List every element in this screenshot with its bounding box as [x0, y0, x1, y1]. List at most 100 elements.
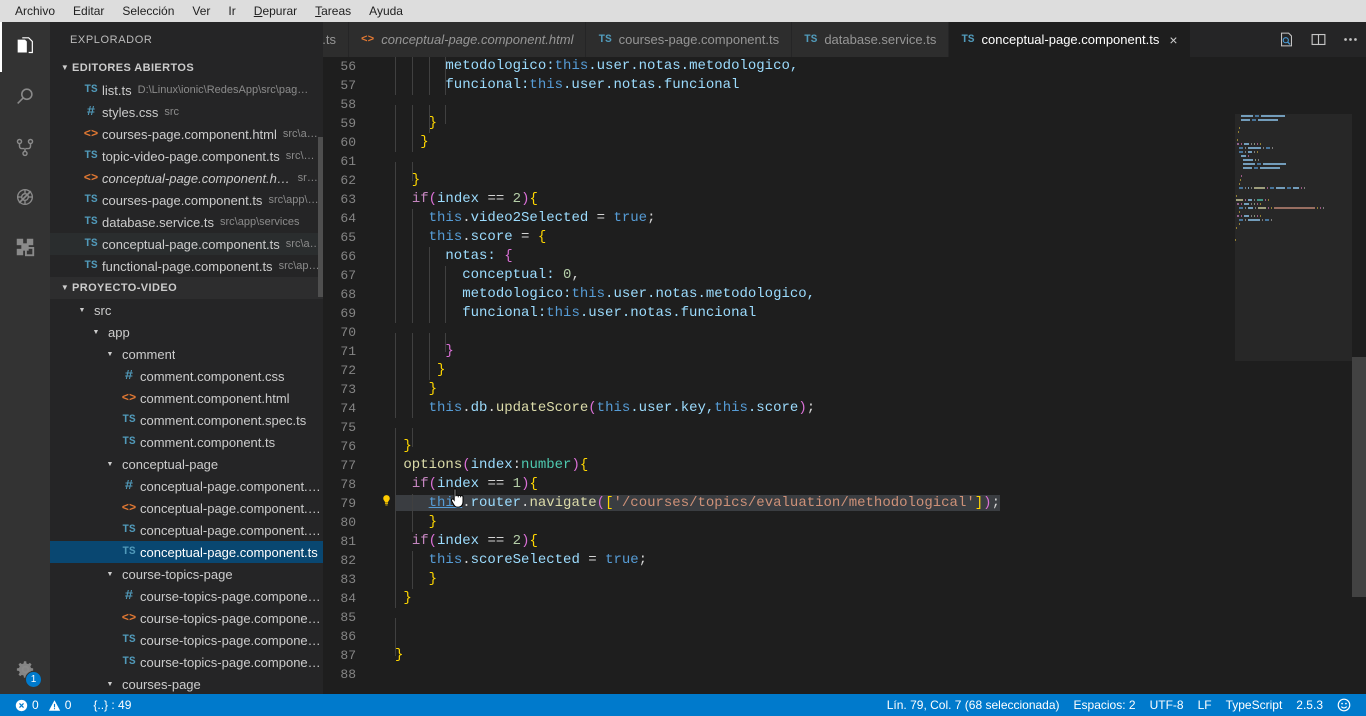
tree-file-item[interactable]: <>course-topics-page.component.ht… — [50, 607, 323, 629]
code-line[interactable]: 56 metodologico:this.user.notas.metodolo… — [323, 57, 1366, 76]
tree-file-item[interactable]: <> conceptual-page.component.html — [50, 497, 323, 519]
code-line[interactable]: 78 if(index == 1){ — [323, 475, 1366, 494]
extensions-icon[interactable] — [0, 222, 50, 272]
tree-file-item[interactable]: <> comment.component.html — [50, 387, 323, 409]
menu-item-editar[interactable]: Editar — [64, 0, 113, 22]
status-indentation[interactable]: Espacios: 2 — [1067, 694, 1143, 716]
code-line[interactable]: 65 this.score = { — [323, 228, 1366, 247]
editor-tab[interactable]: nent.ts — [323, 22, 350, 57]
code-token: ) — [983, 495, 992, 511]
menu-item-ayuda[interactable]: Ayuda — [360, 0, 412, 22]
open-editor-item[interactable]: TS functional-page.component.ts src\ap… — [50, 255, 323, 277]
status-eol[interactable]: LF — [1191, 694, 1219, 716]
code-line[interactable]: 59 } — [323, 114, 1366, 133]
tree-folder-item[interactable]: ▼ courses-page — [50, 673, 323, 694]
code-line[interactable]: 57 funcional:this.user.notas.funcional — [323, 76, 1366, 95]
open-editor-item[interactable]: # styles.css src — [50, 101, 323, 123]
menu-item-seleccin[interactable]: Selección — [113, 0, 183, 22]
code-line[interactable]: 72 } — [323, 361, 1366, 380]
editor-scrollbar-thumb[interactable] — [1352, 357, 1366, 597]
code-line[interactable]: 85 — [323, 608, 1366, 637]
menu-item-ir[interactable]: Ir — [219, 0, 244, 22]
menu-item-tareas[interactable]: Tareas — [306, 0, 360, 22]
open-editor-item[interactable]: TS courses-page.component.ts src\app\… — [50, 189, 323, 211]
code-line[interactable]: 76 } — [323, 437, 1366, 456]
code-line[interactable]: 81 if(index == 2){ — [323, 532, 1366, 551]
tree-folder-item[interactable]: ▼ comment — [50, 343, 323, 365]
code-line[interactable]: 74 this.db.updateScore(this.user.key,thi… — [323, 399, 1366, 418]
code-line[interactable]: 88 — [323, 665, 1366, 684]
menu-item-ver[interactable]: Ver — [183, 0, 219, 22]
code-line[interactable]: 69 funcional:this.user.notas.funcional — [323, 304, 1366, 323]
status-brackets[interactable]: {..} : 49 — [86, 694, 138, 716]
tree-file-item[interactable]: TS course-topics-page.component.ts — [50, 651, 323, 673]
tree-file-item[interactable]: # comment.component.css — [50, 365, 323, 387]
tree-folder-item[interactable]: ▼ src — [50, 299, 323, 321]
code-line[interactable]: 80 } — [323, 513, 1366, 532]
section-project[interactable]: ▼ PROYECTO-VIDEO — [50, 277, 323, 299]
code-line[interactable]: 61 — [323, 152, 1366, 181]
code-line[interactable]: 84 } — [323, 589, 1366, 608]
gear-icon[interactable]: 1 — [0, 644, 50, 694]
source-control-icon[interactable] — [0, 122, 50, 172]
code-line[interactable]: 83 } — [323, 570, 1366, 589]
section-open-editors[interactable]: ▼ EDITORES ABIERTOS — [50, 57, 323, 79]
open-editor-item[interactable]: TS topic-video-page.component.ts src\… — [50, 145, 323, 167]
editor-tab[interactable]: TS conceptual-page.component.ts × — [949, 22, 1191, 57]
status-ts-version[interactable]: 2.5.3 — [1289, 694, 1330, 716]
code-line[interactable]: 82 this.scoreSelected = true; — [323, 551, 1366, 570]
code-line[interactable]: 58 — [323, 95, 1366, 124]
menu-item-depurar[interactable]: Depurar — [245, 0, 306, 22]
code-line[interactable]: 70 — [323, 323, 1366, 352]
open-editor-item[interactable]: TS list.ts D:\Linux\ionic\RedesApp\src\pag… — [50, 79, 323, 101]
code-line[interactable]: 63 if(index == 2){ — [323, 190, 1366, 209]
code-line[interactable]: 68 metodologico:this.user.notas.metodolo… — [323, 285, 1366, 304]
open-editor-item[interactable]: TS conceptual-page.component.ts src\a… — [50, 233, 323, 255]
open-editor-item[interactable]: <> conceptual-page.component.html src… — [50, 167, 323, 189]
code-line[interactable]: 60 } — [323, 133, 1366, 152]
editor-tab[interactable]: TS database.service.ts — [792, 22, 950, 57]
tree-file-item[interactable]: # conceptual-page.component.css — [50, 475, 323, 497]
open-editor-item[interactable]: TS database.service.ts src\app\services — [50, 211, 323, 233]
editor-tab[interactable]: TS courses-page.component.ts — [586, 22, 793, 57]
code-line[interactable]: 67 conceptual: 0, — [323, 266, 1366, 285]
smiley-icon[interactable] — [1330, 694, 1358, 716]
tree-file-item[interactable]: TS course-topics-page.component.sp… — [50, 629, 323, 651]
explorer-icon[interactable] — [0, 22, 50, 72]
search-icon[interactable] — [0, 72, 50, 122]
tree-folder-item[interactable]: ▼ conceptual-page — [50, 453, 323, 475]
tree-file-item[interactable]: TS conceptual-page.component.ts — [50, 541, 323, 563]
code-line[interactable]: 77 options(index:number){ — [323, 456, 1366, 475]
debug-icon[interactable] — [0, 172, 50, 222]
code-line[interactable]: 79 this.router.navigate(['/courses/topic… — [323, 494, 1366, 513]
code-line[interactable]: 73 } — [323, 380, 1366, 399]
code-line[interactable]: 87} — [323, 646, 1366, 665]
tree-folder-item[interactable]: ▼ course-topics-page — [50, 563, 323, 585]
tree-file-item[interactable]: # course-topics-page.component.css — [50, 585, 323, 607]
status-language-mode[interactable]: TypeScript — [1219, 694, 1290, 716]
more-actions-icon[interactable] — [1342, 31, 1359, 48]
close-icon[interactable]: × — [1169, 33, 1177, 47]
editor-tab[interactable]: <> conceptual-page.component.html — [349, 22, 587, 57]
code-line[interactable]: 71 } — [323, 342, 1366, 361]
indent-guide — [445, 57, 447, 76]
tree-file-item[interactable]: TS conceptual-page.component.spec… — [50, 519, 323, 541]
open-preview-icon[interactable] — [1278, 31, 1295, 48]
code-line[interactable]: 75 — [323, 418, 1366, 447]
code-line[interactable]: 86 — [323, 627, 1366, 656]
tree-file-item[interactable]: TS comment.component.spec.ts — [50, 409, 323, 431]
code-line[interactable]: 64 this.video2Selected = true; — [323, 209, 1366, 228]
code-line[interactable]: 66 notas: { — [323, 247, 1366, 266]
split-editor-icon[interactable] — [1310, 31, 1327, 48]
menu-item-archivo[interactable]: Archivo — [6, 0, 64, 22]
editor-scrollbar[interactable] — [1352, 57, 1366, 694]
tree-folder-item[interactable]: ▼ app — [50, 321, 323, 343]
status-problems[interactable]: 0 0 — [8, 694, 78, 716]
glyph-margin[interactable] — [377, 494, 395, 514]
open-editor-item[interactable]: <> courses-page.component.html src\a… — [50, 123, 323, 145]
status-encoding[interactable]: UTF-8 — [1143, 694, 1191, 716]
tree-file-item[interactable]: TS comment.component.ts — [50, 431, 323, 453]
code-editor[interactable]: 56 metodologico:this.user.notas.metodolo… — [323, 57, 1366, 694]
status-cursor-position[interactable]: Lín. 79, Col. 7 (68 seleccionada) — [880, 694, 1067, 716]
code-line[interactable]: 62 } — [323, 171, 1366, 190]
